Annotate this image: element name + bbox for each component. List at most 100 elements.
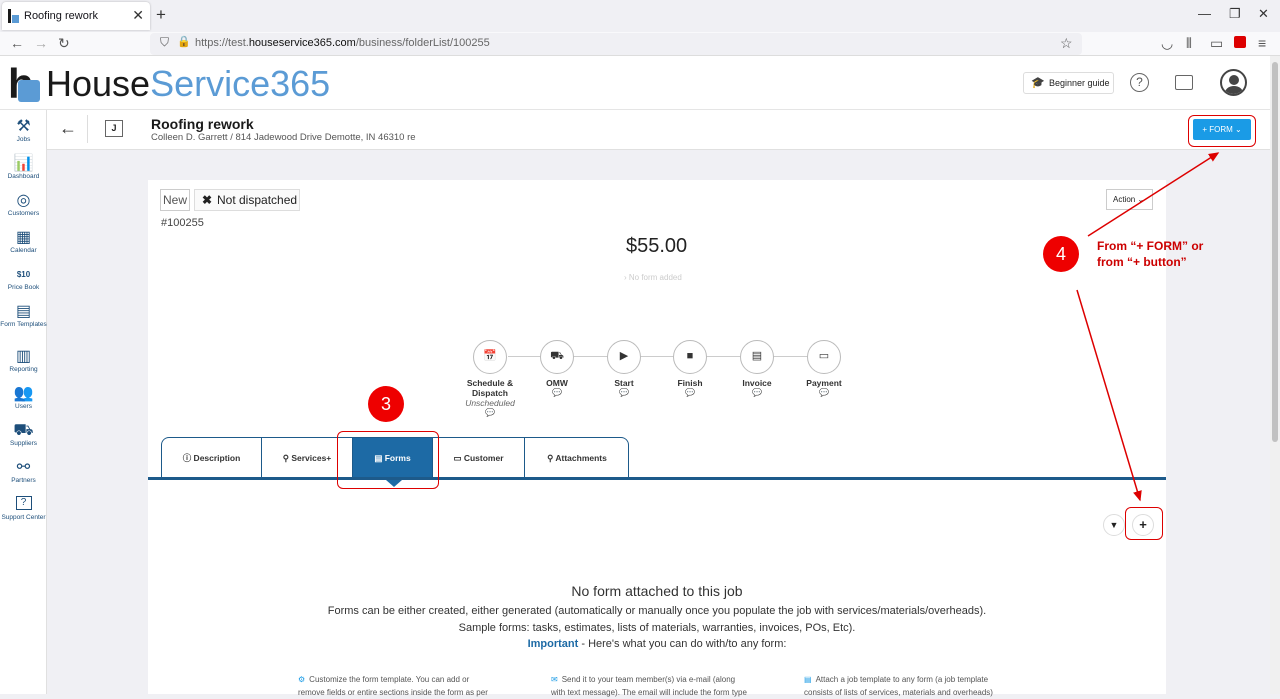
tip-send: ✉ Send it to your team member(s) via e-ma… — [551, 675, 747, 697]
library-icon[interactable]: ⫴ — [1186, 35, 1192, 52]
gear-icon: ⚙ — [298, 675, 306, 684]
form-templates-icon: ▤ — [15, 303, 32, 320]
play-icon: ▶ — [607, 340, 641, 374]
browser-tab-bar: Roofing rework ✕ + — ❐ ✕ — [0, 0, 1280, 32]
comment-icon: 💬 — [819, 388, 829, 397]
price-book-icon: $10 — [16, 270, 31, 279]
filter-icon[interactable]: ▼ — [1103, 514, 1125, 536]
calendar-check-icon: 📅 — [473, 340, 507, 374]
sidebar-item-price-book[interactable]: $10 Price Book — [0, 266, 47, 292]
suppliers-icon: ⛟ — [13, 422, 34, 439]
annotation-box-plus-button — [1125, 507, 1163, 540]
close-icon: ✖ — [202, 193, 213, 207]
avatar[interactable] — [1220, 69, 1247, 96]
job-title: Roofing rework — [151, 116, 254, 132]
sidebar-item-support[interactable]: ? Support Center — [0, 496, 47, 522]
tab-description[interactable]: ⓘ Description — [162, 438, 262, 479]
no-form-added-text: › No form added — [624, 273, 682, 282]
step-payment[interactable]: ▭ Payment 💬 — [784, 340, 864, 398]
tab-close-icon[interactable]: ✕ — [132, 7, 144, 24]
invoice-icon: ▤ — [740, 340, 774, 374]
sidebar: ⚒ Jobs 📊 Dashboard ◎ Customers ▦ Calendar $1… — [0, 110, 47, 694]
restore-icon[interactable]: ❐ — [1229, 6, 1241, 22]
menu-icon[interactable]: ≡ — [1258, 35, 1266, 51]
lock-icon: 🔒 — [177, 36, 191, 48]
annotation-note: From “+ FORM” or from “+ button” — [1097, 239, 1204, 269]
status-badge-dispatch[interactable]: ✖ Not dispatched — [194, 189, 300, 211]
list-icon: ▤ — [804, 675, 812, 684]
support-icon: ? — [15, 496, 32, 510]
url-text: https://test.houseservice365.com/busines… — [195, 37, 490, 49]
sidebar-item-calendar[interactable]: ▦ Calendar — [0, 229, 47, 255]
credit-card-icon: ▭ — [807, 340, 841, 374]
job-header: ← J Roofing rework Colleen D. Garrett / … — [47, 110, 1270, 150]
job-number: #100255 — [161, 217, 204, 229]
favicon-icon — [8, 9, 19, 23]
graduation-cap-icon: 🎓 — [1031, 77, 1045, 89]
customers-icon: ◎ — [16, 192, 31, 209]
empty-state-line3: Important - Here's what you can do with/… — [527, 638, 787, 650]
folder-icon[interactable] — [1175, 75, 1193, 90]
pocket-icon[interactable]: ◡ — [1161, 35, 1173, 52]
back-arrow-icon[interactable]: ← — [59, 118, 77, 139]
reporting-icon: ▥ — [15, 348, 32, 365]
bookmark-star-icon[interactable]: ☆ — [1060, 35, 1073, 52]
job-type-badge: J — [105, 120, 123, 137]
scrollbar-thumb[interactable] — [1272, 62, 1278, 442]
tab-attachments[interactable]: ⚲ Attachments — [525, 438, 629, 479]
empty-state-line2: Sample forms: tasks, estimates, lists of… — [458, 622, 856, 634]
dashboard-icon: 📊 — [13, 155, 34, 172]
users-icon: 👥 — [13, 385, 34, 402]
status-badge-new[interactable]: New — [160, 189, 190, 211]
annotation-box-forms-tab — [337, 431, 439, 489]
beginner-guide-button[interactable]: 🎓 Beginner guide — [1023, 72, 1114, 94]
extension-icon[interactable] — [1234, 36, 1246, 48]
divider — [87, 115, 88, 143]
tab-title: Roofing rework — [24, 10, 98, 22]
stop-icon: ■ — [673, 340, 707, 374]
jobs-icon: ⚒ — [16, 118, 31, 135]
partners-icon: ⚯ — [16, 459, 31, 476]
browser-nav-bar: ← → ↻ ⛉ 🔒 https://test.houseservice365.c… — [0, 32, 1280, 56]
sidebar-item-suppliers[interactable]: ⛟ Suppliers — [0, 422, 47, 448]
tip-attach-template: ▤ Attach a job template to any form (a jo… — [804, 675, 993, 697]
sidebar-item-form-templates[interactable]: ▤ Form Templates — [0, 303, 47, 329]
job-card: New ✖ Not dispatched #100255 Action ⌄ $55… — [148, 180, 1166, 697]
close-window-icon[interactable]: ✕ — [1258, 6, 1269, 22]
sidebar-item-reporting[interactable]: ▥ Reporting — [0, 348, 47, 374]
truck-icon: ⛟ — [540, 340, 574, 374]
sidebar-item-jobs[interactable]: ⚒ Jobs — [0, 118, 47, 144]
logo-mark — [18, 80, 40, 102]
tip-customize: ⚙ Customize the form template. You can ad… — [298, 675, 488, 697]
sidebar-item-dashboard[interactable]: 📊 Dashboard — [0, 155, 47, 181]
annotation-box-form-button — [1188, 115, 1256, 147]
tab-customer[interactable]: ▭ Customer — [433, 438, 525, 479]
minimize-icon[interactable]: — — [1198, 6, 1211, 21]
sidebar-item-customers[interactable]: ◎ Customers — [0, 192, 47, 218]
back-icon[interactable]: ← — [10, 35, 24, 51]
logo[interactable]: h — [8, 63, 40, 105]
calendar-icon: ▦ — [15, 229, 32, 246]
new-tab-icon[interactable]: + — [156, 5, 166, 25]
shield-icon: ⛉ — [160, 35, 170, 49]
comment-icon: 💬 — [485, 408, 495, 417]
empty-state-line1: Forms can be either created, either gene… — [327, 605, 987, 617]
empty-state-title: No form attached to this job — [571, 583, 743, 599]
sidebar-item-partners[interactable]: ⚯ Partners — [0, 459, 47, 485]
browser-tab[interactable]: Roofing rework ✕ — [2, 2, 150, 30]
page-scrollbar[interactable] — [1270, 56, 1280, 694]
help-icon[interactable]: ? — [1130, 73, 1149, 92]
annotation-step-4: 4 — [1043, 236, 1079, 272]
sidebar-toggle-icon[interactable]: ▭ — [1210, 35, 1223, 52]
logo-text: HouseService365 — [46, 63, 331, 104]
url-bar[interactable]: ⛉ 🔒 https://test.houseservice365.com/bus… — [150, 33, 1082, 55]
annotation-step-3: 3 — [368, 386, 404, 422]
forward-icon[interactable]: → — [34, 35, 48, 51]
reload-icon[interactable]: ↻ — [58, 35, 70, 52]
tab-underline — [148, 477, 1166, 480]
envelope-icon: ✉ — [551, 675, 558, 684]
action-dropdown[interactable]: Action ⌄ — [1106, 189, 1153, 210]
job-price: $55.00 — [626, 235, 688, 257]
sidebar-item-users[interactable]: 👥 Users — [0, 385, 47, 411]
app-header: h HouseService365 🎓Beginner guide ? — [0, 56, 1270, 110]
